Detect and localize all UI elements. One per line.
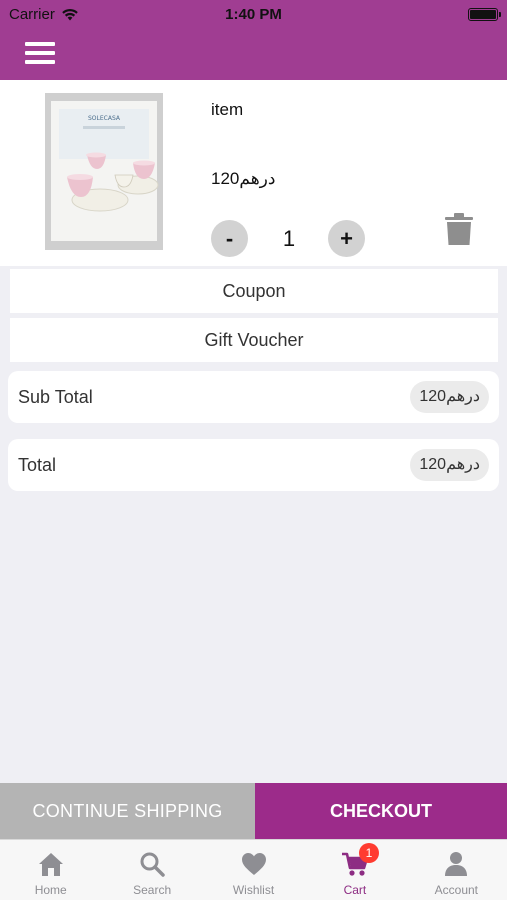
sub-total-amount: 120درهم bbox=[410, 381, 489, 413]
checkout-button[interactable]: CHECKOUT bbox=[255, 783, 507, 839]
tab-bar: Home Search Wishlist 1 Cart Account bbox=[0, 839, 507, 900]
heart-icon bbox=[241, 853, 266, 875]
tab-wishlist[interactable]: Wishlist bbox=[203, 840, 304, 900]
tab-label: Account bbox=[434, 883, 478, 897]
tab-cart[interactable]: 1 Cart bbox=[304, 840, 405, 900]
battery-icon bbox=[468, 8, 501, 21]
item-price: 120درهم bbox=[211, 169, 276, 188]
increase-quantity-button[interactable]: + bbox=[328, 220, 365, 257]
account-icon bbox=[445, 852, 468, 876]
tab-label: Wishlist bbox=[232, 883, 275, 897]
coupon-button[interactable]: Coupon bbox=[10, 269, 498, 313]
quantity-value: 1 bbox=[282, 226, 296, 251]
total-row: Total 120درهم bbox=[8, 439, 499, 491]
gift-voucher-button[interactable]: Gift Voucher bbox=[10, 318, 498, 362]
tab-label: Cart bbox=[343, 883, 367, 897]
tab-home[interactable]: Home bbox=[0, 840, 101, 900]
search-icon bbox=[140, 852, 165, 877]
status-bar: Carrier 1:40 PM bbox=[0, 0, 507, 30]
coupon-label: Coupon bbox=[222, 280, 286, 301]
sub-total-label: Sub Total bbox=[18, 387, 93, 407]
continue-shipping-button[interactable]: CONTINUE SHIPPING bbox=[0, 783, 255, 839]
cart-badge: 1 bbox=[358, 843, 379, 863]
decrease-quantity-button[interactable]: - bbox=[211, 220, 248, 257]
sub-total-row: Sub Total 120درهم bbox=[8, 371, 499, 423]
cart-icon-wrapper: 1 bbox=[341, 843, 379, 877]
tab-search[interactable]: Search bbox=[101, 840, 202, 900]
bottom-actions: CONTINUE SHIPPING CHECKOUT bbox=[0, 783, 507, 839]
svg-text:SOLECASA: SOLECASA bbox=[88, 115, 121, 122]
menu-icon[interactable] bbox=[25, 40, 55, 66]
cart-item: SOLECASA item 120درهم - 1 + bbox=[0, 80, 507, 266]
total-label: Total bbox=[18, 455, 57, 475]
trash-icon[interactable] bbox=[445, 213, 473, 245]
product-image: SOLECASA bbox=[45, 93, 163, 250]
gift-voucher-label: Gift Voucher bbox=[204, 329, 304, 350]
tab-label: Home bbox=[34, 883, 67, 897]
home-icon bbox=[38, 853, 63, 876]
tab-account[interactable]: Account bbox=[406, 840, 507, 900]
tab-label: Search bbox=[133, 883, 172, 897]
total-amount: 120درهم bbox=[410, 449, 489, 481]
status-time: 1:40 PM bbox=[225, 6, 282, 23]
navigation-bar bbox=[0, 30, 507, 80]
item-name: item bbox=[211, 100, 244, 119]
